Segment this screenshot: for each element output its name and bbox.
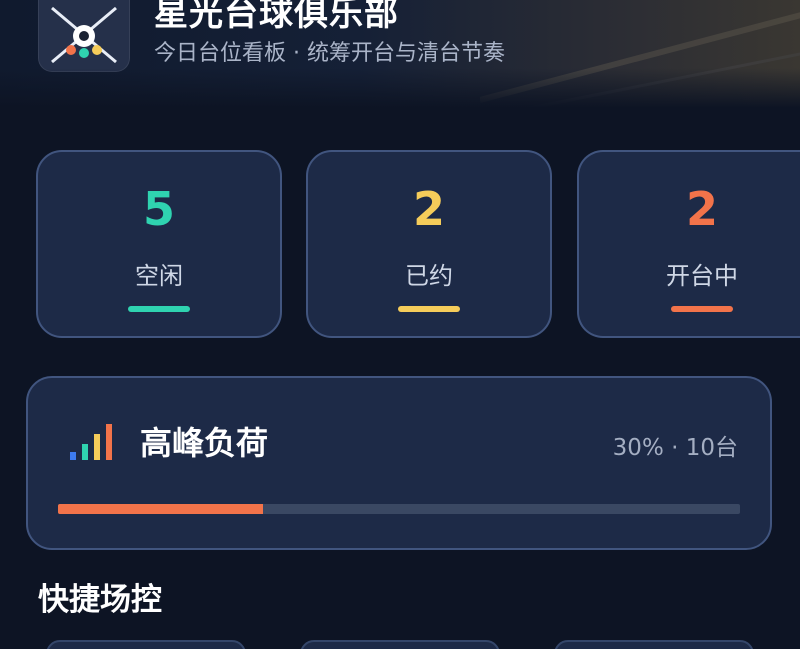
peak-load-progress-fill bbox=[58, 504, 263, 514]
club-logo bbox=[38, 0, 130, 72]
quick-control-card[interactable] bbox=[300, 640, 500, 649]
stat-card-idle[interactable]: 5 空闲 bbox=[36, 150, 282, 338]
billiard-cue-decoration bbox=[480, 12, 800, 108]
quick-control-card[interactable] bbox=[46, 640, 246, 649]
dashboard-page: 星光台球俱乐部 今日台位看板 · 统筹开台与清台节奏 5 空闲 2 已约 2 开… bbox=[0, 0, 800, 649]
idle-accent-bar bbox=[128, 306, 190, 312]
idle-count: 5 bbox=[142, 182, 175, 236]
quick-control-card-row bbox=[0, 640, 800, 649]
idle-label: 空闲 bbox=[135, 262, 183, 290]
reserved-accent-bar bbox=[398, 306, 460, 312]
peak-load-panel[interactable]: 高峰负荷 30% · 10台 bbox=[26, 376, 772, 550]
in-use-label: 开台中 bbox=[666, 262, 738, 290]
reserved-count: 2 bbox=[412, 182, 445, 236]
signal-bars-icon bbox=[70, 424, 112, 460]
quick-control-heading: 快捷场控 bbox=[38, 582, 162, 618]
reserved-label: 已约 bbox=[405, 262, 453, 290]
in-use-count: 2 bbox=[685, 182, 718, 236]
club-subtitle: 今日台位看板 · 统筹开台与清台节奏 bbox=[154, 41, 505, 66]
billiard-logo-icon bbox=[51, 6, 117, 64]
in-use-accent-bar bbox=[671, 306, 733, 312]
club-name: 星光台球俱乐部 bbox=[154, 0, 399, 34]
peak-load-title: 高峰负荷 bbox=[140, 424, 269, 462]
peak-load-summary: 30% · 10台 bbox=[612, 435, 738, 461]
peak-load-progress-track bbox=[58, 504, 740, 514]
stat-card-reserved[interactable]: 2 已约 bbox=[306, 150, 552, 338]
stat-card-in-use[interactable]: 2 开台中 bbox=[577, 150, 800, 338]
header-banner: 星光台球俱乐部 今日台位看板 · 统筹开台与清台节奏 bbox=[0, 0, 800, 108]
quick-control-card[interactable] bbox=[554, 640, 754, 649]
